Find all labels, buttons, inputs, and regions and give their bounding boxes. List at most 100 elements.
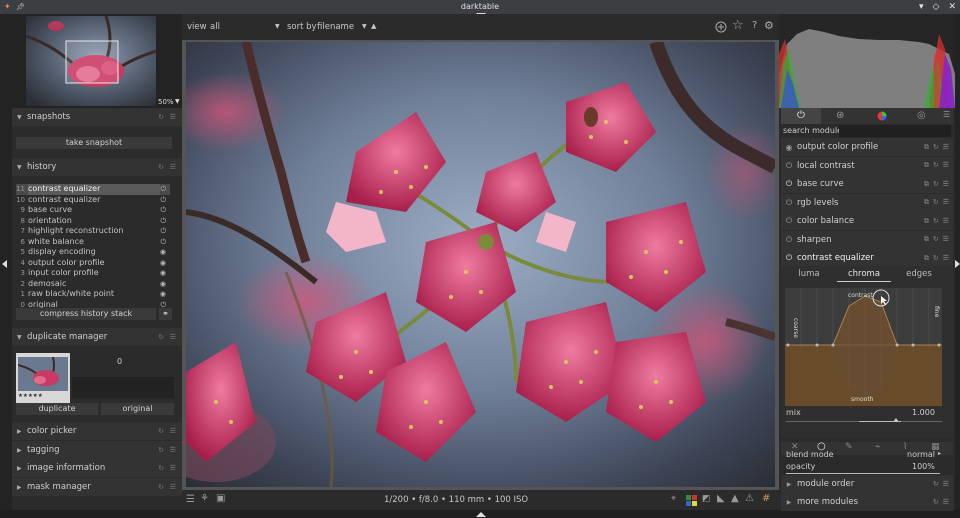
- history-header[interactable]: ▼ history ↻ ☰: [12, 158, 182, 176]
- mask-manager-header[interactable]: ▶ mask manager ↻ ☰: [12, 478, 182, 496]
- image-information-header[interactable]: ▶ image information ↻ ☰: [12, 459, 182, 477]
- multi-instance-icon[interactable]: ⧉: [924, 180, 929, 189]
- module-header[interactable]: ◉ output color profile ⧉ ↻ ☰: [781, 138, 953, 156]
- reset-icon[interactable]: ↻: [933, 480, 939, 488]
- opacity-slider[interactable]: [786, 473, 940, 474]
- presets-icon[interactable]: ☰: [170, 483, 176, 491]
- reset-icon[interactable]: ↻: [933, 161, 939, 170]
- power-icon[interactable]: ⏻: [781, 253, 797, 263]
- reset-icon[interactable]: ↻: [933, 143, 939, 152]
- raw-overexposed-icon[interactable]: ◩: [702, 494, 711, 504]
- presets-icon[interactable]: ☰: [943, 110, 950, 119]
- mix-value[interactable]: 1.000: [912, 408, 935, 417]
- power-icon[interactable]: ⏻: [781, 198, 797, 208]
- focus-peaking-icon[interactable]: ⌖: [671, 494, 676, 504]
- reset-icon[interactable]: ↻: [158, 113, 164, 121]
- zoom-dropdown-icon[interactable]: ▼: [175, 98, 180, 105]
- maximize-button[interactable]: ◇: [933, 0, 940, 14]
- multi-instance-icon[interactable]: ⧉: [924, 198, 929, 207]
- presets-icon[interactable]: ☰: [943, 254, 949, 263]
- reset-icon[interactable]: ↻: [933, 217, 939, 226]
- grouping-icon[interactable]: [715, 21, 727, 33]
- original-button[interactable]: original: [101, 403, 174, 415]
- take-snapshot-button[interactable]: take snapshot: [16, 137, 172, 149]
- view-dropdown-icon[interactable]: ▼: [275, 23, 280, 30]
- presets-icon[interactable]: ☰: [943, 480, 949, 488]
- star-icon[interactable]: ☆: [732, 18, 744, 33]
- effect-group-icon[interactable]: ◎: [917, 110, 926, 121]
- presets-icon[interactable]: ☰: [943, 198, 949, 207]
- color-group-icon[interactable]: [877, 111, 887, 121]
- guides-icon[interactable]: #: [762, 493, 770, 504]
- reset-icon[interactable]: ↻: [933, 254, 939, 263]
- presets-icon[interactable]: ☰: [170, 333, 176, 341]
- reset-icon[interactable]: ↻: [933, 198, 939, 207]
- tagging-header[interactable]: ▶ tagging ↻ ☰: [12, 441, 182, 459]
- duplicate-manager-header[interactable]: ▼ duplicate manager ↻ ☰: [12, 328, 182, 346]
- zoom-level[interactable]: 50%: [158, 98, 174, 106]
- history-item[interactable]: 2 demosaic ◉: [16, 279, 170, 290]
- left-panel-toggle-icon[interactable]: [2, 260, 7, 268]
- presets-icon[interactable]: ☰: [943, 143, 949, 152]
- bottom-panel-toggle-icon[interactable]: [476, 512, 486, 517]
- presets-icon[interactable]: ☰: [170, 464, 176, 472]
- reset-icon[interactable]: ↻: [158, 427, 164, 435]
- presets-icon[interactable]: ☰: [170, 427, 176, 435]
- reset-icon[interactable]: ↻: [158, 483, 164, 491]
- help-icon[interactable]: ?: [752, 20, 757, 31]
- sort-order-icon[interactable]: ▲: [371, 22, 376, 30]
- blend-mode-dropdown-icon[interactable]: ▸: [938, 450, 941, 457]
- module-header[interactable]: ⏻ contrast equalizer ⧉ ↻ ☰: [781, 249, 953, 267]
- history-item[interactable]: 3 input color profile ◉: [16, 268, 170, 279]
- power-icon[interactable]: ⏻: [781, 235, 797, 245]
- tab-edges[interactable]: edges: [891, 266, 947, 282]
- close-button[interactable]: ✕: [948, 0, 956, 14]
- truncate-history-icon[interactable]: ⚭: [159, 308, 172, 320]
- basic-group-icon[interactable]: ⊛: [836, 110, 844, 121]
- more-modules-header[interactable]: ▶ more modules ↻ ☰: [781, 493, 953, 511]
- softproof-icon[interactable]: ▲: [731, 493, 739, 504]
- sort-select[interactable]: filename: [317, 22, 354, 32]
- reset-icon[interactable]: ↻: [158, 333, 164, 341]
- history-item[interactable]: 4 output color profile ◉: [16, 258, 170, 269]
- parametric-mask-icon[interactable]: ⌁: [875, 442, 880, 452]
- history-item[interactable]: 10 contrast equalizer ⏻: [16, 195, 170, 206]
- rating-stars[interactable]: ★★★★★: [18, 393, 43, 399]
- presets-icon[interactable]: ☰: [170, 446, 176, 454]
- blend-mode-select[interactable]: normal: [907, 450, 935, 459]
- history-item[interactable]: 5 display encoding ◉: [16, 247, 170, 258]
- right-panel-toggle-icon[interactable]: [955, 260, 960, 268]
- history-item[interactable]: 7 highlight reconstruction ⏻: [16, 226, 170, 237]
- gamut-check-icon[interactable]: ⚠: [745, 493, 754, 504]
- module-header[interactable]: ⏻ base curve ⧉ ↻ ☰: [781, 175, 953, 193]
- multi-instance-icon[interactable]: ⧉: [924, 217, 929, 226]
- presets-icon[interactable]: ☰: [170, 163, 176, 171]
- module-header[interactable]: ⏻ rgb levels ⧉ ↻ ☰: [781, 193, 953, 212]
- presets-icon[interactable]: ☰: [943, 161, 949, 170]
- history-item[interactable]: 1 raw black/white point ◉: [16, 289, 170, 300]
- presets-icon[interactable]: ☰: [943, 235, 949, 244]
- presets-icon[interactable]: ☰: [943, 498, 949, 506]
- history-item[interactable]: 11 contrast equalizer ⏻: [16, 184, 170, 195]
- pin-icon[interactable]: 📌︎: [16, 0, 25, 14]
- opacity-value[interactable]: 100%: [912, 462, 935, 471]
- reset-icon[interactable]: ↻: [158, 464, 164, 472]
- history-item[interactable]: 6 white balance ⏻: [16, 237, 170, 248]
- presets-icon[interactable]: ☰: [943, 217, 949, 226]
- second-window-icon[interactable]: ▣: [216, 493, 225, 504]
- menu-icon[interactable]: ☰: [186, 494, 195, 505]
- power-icon[interactable]: ⏻: [781, 161, 797, 171]
- equalizer-graph[interactable]: contrast smooth coarse fine: [785, 288, 942, 406]
- compress-history-button[interactable]: compress history stack: [16, 308, 156, 320]
- module-order-header[interactable]: ▶ module order ↻ ☰: [781, 475, 953, 493]
- color-assessment-icon[interactable]: [686, 495, 698, 506]
- power-icon[interactable]: ⏻: [781, 216, 797, 226]
- histogram[interactable]: [779, 14, 955, 108]
- module-header[interactable]: ⏻ color balance ⧉ ↻ ☰: [781, 212, 953, 230]
- minimize-button[interactable]: ▾: [919, 0, 924, 14]
- presets-icon[interactable]: ☰: [943, 180, 949, 189]
- power-icon[interactable]: ⏻: [781, 108, 821, 124]
- multi-instance-icon[interactable]: ⧉: [924, 161, 929, 170]
- clipping-icon[interactable]: ◣: [717, 493, 725, 504]
- snapshots-header[interactable]: ▼ snapshots ↻ ☰: [12, 108, 182, 126]
